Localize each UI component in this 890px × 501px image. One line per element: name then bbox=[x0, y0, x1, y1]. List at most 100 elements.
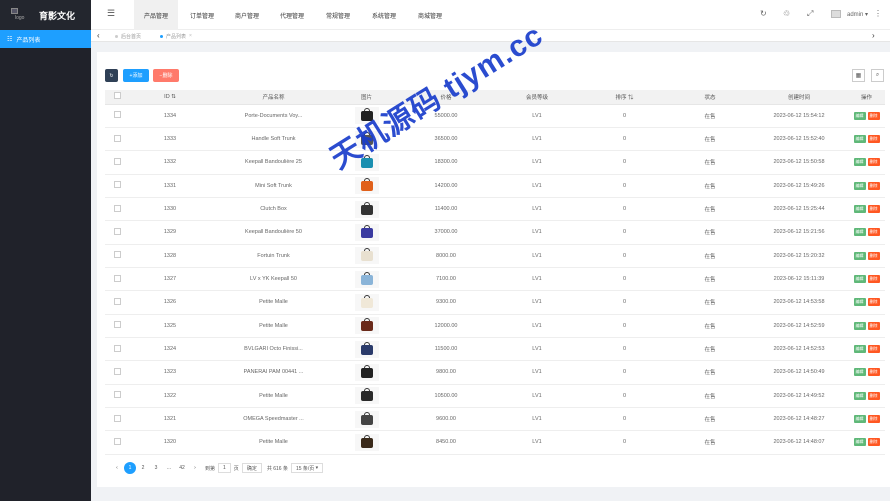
row-delete-button[interactable]: 删除 bbox=[867, 158, 880, 167]
row-delete-button[interactable]: 删除 bbox=[867, 205, 880, 214]
edit-button[interactable]: 编辑 bbox=[853, 321, 866, 330]
nav-general-management[interactable]: 常规管理 bbox=[316, 0, 360, 30]
refresh-icon[interactable]: ↻ bbox=[760, 9, 767, 18]
tab-home[interactable]: 后台首页 bbox=[115, 30, 141, 42]
product-thumbnail[interactable] bbox=[354, 293, 379, 311]
more-icon[interactable]: ⋮ bbox=[874, 9, 882, 18]
edit-button[interactable]: 编辑 bbox=[853, 111, 866, 120]
edit-button[interactable]: 编辑 bbox=[853, 391, 866, 400]
row-delete-button[interactable]: 删除 bbox=[867, 368, 880, 377]
row-checkbox[interactable] bbox=[113, 204, 121, 212]
product-thumbnail[interactable] bbox=[354, 433, 379, 451]
delete-button[interactable]: − 删除 bbox=[153, 69, 179, 82]
edit-button[interactable]: 编辑 bbox=[853, 415, 866, 424]
page-2[interactable]: 2 bbox=[137, 462, 149, 474]
edit-button[interactable]: 编辑 bbox=[853, 275, 866, 284]
nav-product-management[interactable]: 产品管理 bbox=[134, 0, 179, 30]
col-id[interactable]: ID ⇅ bbox=[129, 90, 211, 105]
add-button[interactable]: + 添加 bbox=[123, 69, 149, 82]
refresh-button[interactable]: ↻ bbox=[105, 69, 118, 82]
row-delete-button[interactable]: 删除 bbox=[867, 251, 880, 260]
nav-merchant-management[interactable]: 商户管理 bbox=[225, 0, 269, 30]
select-all-checkbox[interactable] bbox=[113, 92, 121, 100]
nav-order-management[interactable]: 订单管理 bbox=[180, 0, 224, 30]
product-thumbnail[interactable] bbox=[354, 247, 379, 265]
cell-id: 1331 bbox=[129, 174, 211, 198]
edit-button[interactable]: 编辑 bbox=[853, 251, 866, 260]
sidebar-item-product-list[interactable]: ☷ 产品列表 bbox=[0, 30, 91, 48]
product-thumbnail[interactable] bbox=[354, 107, 379, 125]
product-thumbnail[interactable] bbox=[354, 387, 379, 405]
row-checkbox[interactable] bbox=[113, 134, 121, 142]
row-checkbox[interactable] bbox=[113, 391, 121, 399]
nav-system-management[interactable]: 系统管理 bbox=[362, 0, 406, 30]
row-delete-button[interactable]: 删除 bbox=[867, 415, 880, 424]
clear-cache-icon[interactable]: ♲ bbox=[783, 9, 790, 18]
row-checkbox[interactable] bbox=[113, 414, 121, 422]
row-checkbox[interactable] bbox=[113, 321, 121, 329]
edit-button[interactable]: 编辑 bbox=[853, 158, 866, 167]
page-1[interactable]: 1 bbox=[124, 462, 136, 474]
user-menu[interactable]: admin ▾ bbox=[847, 11, 868, 18]
product-thumbnail[interactable] bbox=[354, 410, 379, 428]
nav-mall-management[interactable]: 商城管理 bbox=[408, 0, 452, 30]
row-delete-button[interactable]: 删除 bbox=[867, 181, 880, 190]
row-checkbox[interactable] bbox=[113, 297, 121, 305]
prev-page-icon[interactable]: ‹ bbox=[111, 462, 123, 474]
goto-confirm-button[interactable]: 确定 bbox=[241, 463, 262, 473]
edit-button[interactable]: 编辑 bbox=[853, 181, 866, 190]
row-delete-button[interactable]: 删除 bbox=[867, 111, 880, 120]
edit-button[interactable]: 编辑 bbox=[853, 345, 866, 354]
tab-prev-icon[interactable]: ‹ bbox=[97, 30, 100, 42]
product-thumbnail[interactable] bbox=[354, 153, 379, 171]
nav-agent-management[interactable]: 代理管理 bbox=[270, 0, 314, 30]
row-delete-button[interactable]: 删除 bbox=[867, 275, 880, 284]
menu-toggle-icon[interactable]: ☰ bbox=[107, 8, 115, 19]
row-delete-button[interactable]: 删除 bbox=[867, 298, 880, 307]
cell-name: Handle Soft Trunk bbox=[211, 127, 336, 152]
product-thumbnail[interactable] bbox=[354, 317, 379, 335]
product-thumbnail[interactable] bbox=[354, 270, 379, 288]
row-checkbox[interactable] bbox=[113, 437, 121, 445]
next-page-icon[interactable]: › bbox=[189, 462, 201, 474]
tab-product-list[interactable]: 产品列表 × bbox=[160, 30, 192, 42]
close-icon[interactable]: × bbox=[189, 33, 192, 39]
edit-button[interactable]: 编辑 bbox=[853, 438, 866, 447]
row-checkbox[interactable] bbox=[113, 251, 121, 259]
logo[interactable]: logo 育影文化 bbox=[0, 0, 91, 30]
page-size-select[interactable]: 15 条/页 ▾ bbox=[290, 463, 324, 473]
row-delete-button[interactable]: 删除 bbox=[867, 391, 880, 400]
row-delete-button[interactable]: 删除 bbox=[867, 321, 880, 330]
row-checkbox[interactable] bbox=[113, 181, 121, 189]
col-sort[interactable]: 排序 ⇅ bbox=[579, 90, 670, 105]
product-thumbnail[interactable] bbox=[354, 340, 379, 358]
product-thumbnail[interactable] bbox=[354, 177, 379, 195]
product-thumbnail[interactable] bbox=[354, 130, 379, 148]
row-checkbox[interactable] bbox=[113, 227, 121, 235]
edit-button[interactable]: 编辑 bbox=[853, 228, 866, 237]
search-button[interactable]: ⌕ bbox=[871, 69, 884, 82]
tab-next-icon[interactable]: › bbox=[872, 30, 875, 42]
row-delete-button[interactable]: 删除 bbox=[867, 228, 880, 237]
edit-button[interactable]: 编辑 bbox=[853, 205, 866, 214]
avatar[interactable] bbox=[831, 10, 841, 18]
row-delete-button[interactable]: 删除 bbox=[867, 135, 880, 144]
row-delete-button[interactable]: 删除 bbox=[867, 345, 880, 354]
column-filter-button[interactable]: ▦ bbox=[852, 69, 865, 82]
row-checkbox[interactable] bbox=[113, 111, 121, 119]
edit-button[interactable]: 编辑 bbox=[853, 135, 866, 144]
fullscreen-icon[interactable]: ⤢ bbox=[807, 9, 813, 19]
page-42[interactable]: 42 bbox=[176, 462, 188, 474]
row-delete-button[interactable]: 删除 bbox=[867, 438, 880, 447]
product-thumbnail[interactable] bbox=[354, 223, 379, 241]
page-3[interactable]: 3 bbox=[150, 462, 162, 474]
goto-page-input[interactable]: 1 bbox=[218, 463, 231, 473]
product-thumbnail[interactable] bbox=[354, 200, 379, 218]
edit-button[interactable]: 编辑 bbox=[853, 368, 866, 377]
edit-button[interactable]: 编辑 bbox=[853, 298, 866, 307]
row-checkbox[interactable] bbox=[113, 157, 121, 165]
row-checkbox[interactable] bbox=[113, 344, 121, 352]
product-thumbnail[interactable] bbox=[354, 363, 379, 381]
row-checkbox[interactable] bbox=[113, 367, 121, 375]
row-checkbox[interactable] bbox=[113, 274, 121, 282]
